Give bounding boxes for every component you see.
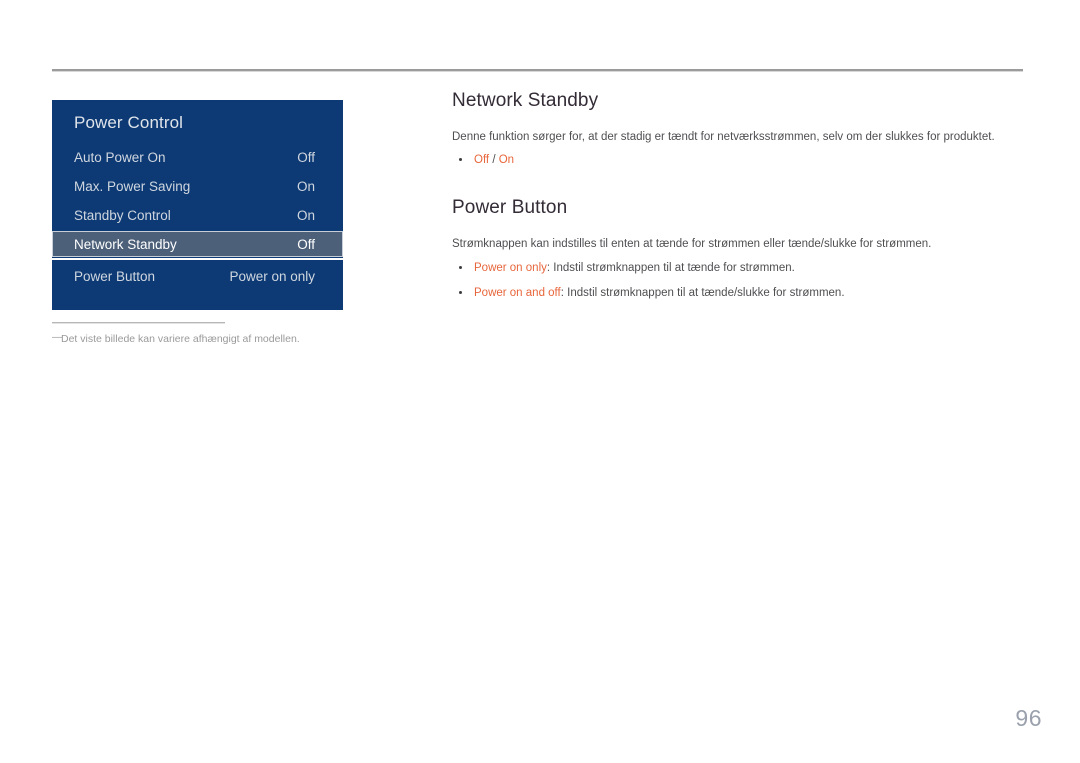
osd-row-value: On <box>296 179 315 194</box>
osd-row-value: Off <box>297 150 315 165</box>
section-power-button: Power Button Strømknappen kan indstilles… <box>452 197 1024 302</box>
footnote-text: Det viste billede kan variere afhængigt … <box>61 333 300 345</box>
osd-row-value: Off <box>297 236 315 252</box>
osd-bottom-padding <box>52 294 343 308</box>
option-separator: / <box>489 154 499 167</box>
footnote-marker: ― <box>52 331 63 343</box>
osd-row-label: Max. Power Saving <box>74 179 191 194</box>
osd-row-standby-control[interactable]: Standby Control On <box>52 201 343 230</box>
option-term-alt: On <box>498 154 515 167</box>
option-term: Off <box>474 154 490 167</box>
section-body-text: Strømknappen kan indstilles til enten at… <box>452 237 932 250</box>
osd-row-label: Network Standby <box>74 236 177 252</box>
osd-menu-rows: Auto Power On Off Max. Power Saving On S… <box>52 143 343 310</box>
page-number: 96 <box>1015 705 1042 731</box>
option-description: : Indstil strømknappen til at tænde for … <box>546 261 795 274</box>
osd-row-label: Auto Power On <box>74 150 166 165</box>
section-heading: Network Standby <box>452 90 599 111</box>
section-bullet-list: Power on only: Indstil strømknappen til … <box>452 260 1024 302</box>
osd-row-label: Standby Control <box>74 208 171 223</box>
main-content: Network Standby Denne funktion sørger fo… <box>452 90 1024 302</box>
header-divider <box>52 69 1023 72</box>
osd-row-auto-power-on[interactable]: Auto Power On Off <box>52 143 343 172</box>
option-term: Power on and off <box>474 287 561 300</box>
osd-row-max-power-saving[interactable]: Max. Power Saving On <box>52 172 343 201</box>
section-network-standby: Network Standby Denne funktion sørger fo… <box>452 90 1024 169</box>
list-item: Power on only: Indstil strømknappen til … <box>452 260 1024 277</box>
section-bullet-list: Off / On <box>452 152 1024 169</box>
footnote: ― Det viste billede kan variere afhængig… <box>52 331 472 347</box>
osd-menu-title: Power Control <box>74 113 184 132</box>
osd-row-network-standby-selected[interactable]: Network Standby Off <box>52 231 343 257</box>
osd-row-value: On <box>296 208 315 223</box>
list-item: Power on and off: Indstil strømknappen t… <box>452 285 1024 302</box>
footnote-block: ― Det viste billede kan variere afhængig… <box>52 322 472 347</box>
osd-menu-illustration: Power Control Auto Power On Off Max. Pow… <box>52 100 343 310</box>
osd-row-value: Power on only <box>229 268 315 284</box>
section-body-text: Denne funktion sørger for, at der stadig… <box>452 130 995 143</box>
option-description: : Indstil strømknappen til at tænde/sluk… <box>560 287 845 300</box>
section-heading: Power Button <box>452 197 568 219</box>
footnote-divider <box>52 322 225 324</box>
option-term: Power on only <box>474 261 547 274</box>
osd-row-label: Power Button <box>74 268 156 284</box>
list-item: Off / On <box>452 152 1024 169</box>
osd-row-power-button[interactable]: Power Button Power on only <box>52 260 343 294</box>
